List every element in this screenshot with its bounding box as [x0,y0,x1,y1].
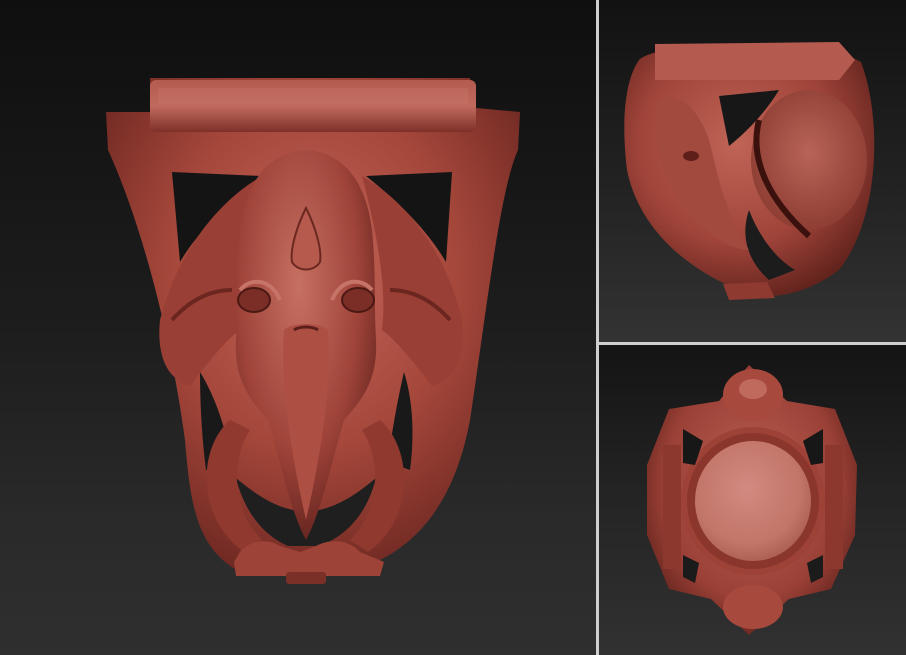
side-setting-face [751,90,867,230]
eye-left [237,287,271,313]
side-view-panel [599,0,906,342]
top-view-panel [599,345,906,655]
eye-right [341,287,375,313]
side-top-band [655,42,855,80]
dragon-ring-front-render [106,78,520,584]
dragon-ring-side-render [624,42,875,300]
top-tab-right [825,445,843,569]
dragon-ring-top-render [647,365,857,635]
side-eye [683,151,699,161]
stone-face [695,441,811,561]
front-view-panel [0,0,596,655]
top-tab-left [663,445,681,569]
side-bottom-claws [723,282,775,300]
bottom-ornament [723,585,783,629]
top-band [150,80,476,132]
